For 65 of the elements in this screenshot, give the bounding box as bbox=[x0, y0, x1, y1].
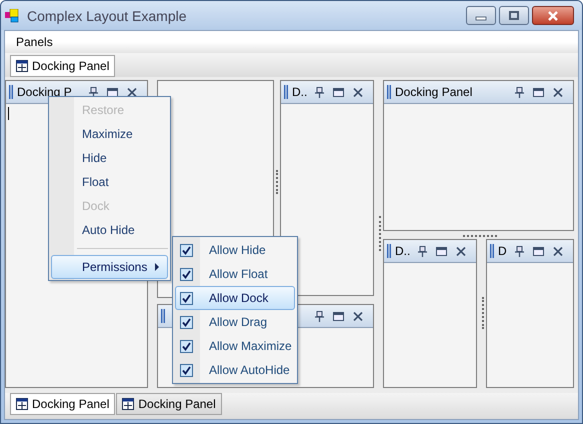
menu-item[interactable]: Allow AutoHide bbox=[175, 358, 295, 382]
maximize-icon bbox=[508, 10, 520, 20]
grid-icon bbox=[16, 398, 28, 410]
close-icon[interactable] bbox=[127, 88, 137, 96]
checkbox[interactable] bbox=[180, 316, 193, 328]
panel-title: Docking P bbox=[17, 85, 73, 99]
menu-item[interactable]: Allow Maximize bbox=[175, 334, 295, 358]
grip-icon[interactable] bbox=[284, 85, 288, 99]
checkbox[interactable] bbox=[180, 292, 193, 304]
pin-icon[interactable] bbox=[418, 246, 427, 256]
menu-item[interactable]: Float bbox=[51, 170, 168, 194]
minimize-button[interactable] bbox=[466, 6, 496, 25]
grip-icon[interactable] bbox=[9, 85, 13, 99]
window-icon[interactable] bbox=[333, 88, 344, 96]
grip-icon[interactable] bbox=[490, 244, 494, 258]
menu-item[interactable]: Permissions bbox=[51, 255, 168, 279]
grid-icon bbox=[16, 60, 28, 72]
tab[interactable]: Docking Panel bbox=[116, 393, 222, 415]
panel-header[interactable]: D bbox=[487, 240, 573, 263]
checkbox[interactable] bbox=[180, 364, 193, 376]
close-icon[interactable] bbox=[553, 88, 563, 96]
window-icon[interactable] bbox=[533, 246, 544, 256]
panel-header[interactable]: Docking Panel bbox=[384, 81, 573, 104]
tab[interactable]: Docking Panel bbox=[10, 393, 116, 415]
pin-icon[interactable] bbox=[315, 310, 324, 322]
checkbox[interactable] bbox=[180, 268, 193, 280]
close-icon bbox=[547, 10, 559, 20]
menu-item[interactable]: Allow Hide bbox=[175, 238, 295, 262]
submenu-arrow-icon bbox=[155, 263, 159, 271]
menu-item[interactable]: Panels bbox=[16, 35, 53, 49]
close-icon[interactable] bbox=[353, 88, 363, 96]
panel-title: D.. bbox=[292, 85, 306, 99]
grid-icon bbox=[122, 398, 134, 410]
window-icon[interactable] bbox=[533, 88, 544, 96]
window-icon[interactable] bbox=[436, 246, 447, 256]
checkbox[interactable] bbox=[180, 340, 193, 352]
pin-icon[interactable] bbox=[515, 246, 524, 256]
panel-header[interactable]: D.. bbox=[281, 81, 373, 104]
panel-title: D.. bbox=[395, 244, 409, 258]
grip-icon[interactable] bbox=[387, 85, 391, 99]
window-icon[interactable] bbox=[333, 312, 344, 320]
close-icon[interactable] bbox=[353, 312, 363, 320]
grip-icon[interactable] bbox=[387, 244, 391, 258]
menu-item[interactable]: Maximize bbox=[51, 122, 168, 146]
menu-item[interactable]: Allow Dock bbox=[175, 286, 295, 310]
pin-icon[interactable] bbox=[515, 86, 524, 98]
pin-icon[interactable] bbox=[89, 86, 98, 98]
close-icon[interactable] bbox=[456, 246, 466, 256]
close-icon[interactable] bbox=[553, 246, 563, 256]
window-icon[interactable] bbox=[107, 88, 118, 96]
panel-header[interactable]: D.. bbox=[384, 240, 476, 263]
menu-item[interactable]: Allow Float bbox=[175, 262, 295, 286]
menu-item[interactable]: Auto Hide bbox=[51, 218, 168, 242]
maximize-button[interactable] bbox=[499, 6, 529, 25]
close-button[interactable] bbox=[532, 6, 574, 25]
tab[interactable]: Docking Panel bbox=[10, 55, 116, 77]
menu-item[interactable]: Allow Drag bbox=[175, 310, 295, 334]
window-title: Complex Layout Example bbox=[27, 8, 187, 24]
checkbox[interactable] bbox=[180, 244, 193, 256]
panel-title: Docking Panel bbox=[395, 85, 474, 99]
grip-icon[interactable] bbox=[161, 309, 165, 323]
app-icon bbox=[5, 8, 21, 22]
panel-title: D bbox=[498, 244, 506, 258]
pin-icon[interactable] bbox=[315, 86, 324, 98]
menu-item[interactable]: Hide bbox=[51, 146, 168, 170]
